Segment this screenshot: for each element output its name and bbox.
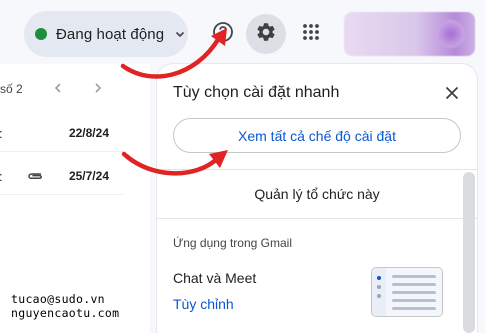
- quick-settings-panel: Tùy chọn cài đặt nhanh Xem tất cả chế độ…: [157, 64, 477, 333]
- section-heading-apps: Ứng dụng trong Gmail: [173, 236, 292, 250]
- mail-row[interactable]: : 22/8/24: [0, 114, 124, 152]
- watermark-line-2: nguyencaotu.com: [11, 306, 120, 320]
- chevron-right-icon[interactable]: [91, 81, 105, 95]
- status-label: Đang hoạt động: [56, 25, 165, 43]
- row-fragment: :: [0, 169, 3, 184]
- apps-grid-icon: [302, 23, 320, 46]
- pager-text: số 2: [0, 82, 23, 96]
- help-icon: [212, 21, 234, 48]
- divider: [157, 218, 477, 219]
- panel-scrollbar[interactable]: [463, 172, 475, 333]
- attachment-icon: [26, 169, 44, 183]
- close-icon[interactable]: [442, 83, 462, 103]
- chat-meet-label: Chat và Meet: [173, 270, 257, 286]
- chat-meet-layout-thumbnail[interactable]: [371, 267, 443, 317]
- see-all-settings-button[interactable]: Xem tất cả chế độ cài đặt: [173, 118, 461, 153]
- apps-button[interactable]: [291, 14, 331, 54]
- divider: [157, 169, 477, 170]
- account-avatar[interactable]: [344, 12, 475, 56]
- manage-organization-link[interactable]: Quản lý tổ chức này: [157, 172, 477, 216]
- chevron-left-icon[interactable]: [51, 81, 65, 95]
- row-date: 25/7/24: [68, 169, 109, 183]
- customize-link[interactable]: Tùy chỉnh: [173, 296, 234, 312]
- row-fragment: :: [0, 126, 3, 141]
- gear-icon: [255, 21, 277, 48]
- status-dot: [35, 28, 47, 40]
- status-dropdown[interactable]: Đang hoạt động: [24, 11, 188, 57]
- chevron-down-icon: [173, 27, 187, 41]
- help-button[interactable]: [203, 14, 243, 54]
- watermark-line-1: tucao@sudo.vn: [11, 292, 105, 306]
- panel-title: Tùy chọn cài đặt nhanh: [173, 84, 340, 101]
- row-date: 22/8/24: [68, 126, 109, 140]
- mail-row[interactable]: : 25/7/24: [0, 157, 124, 195]
- settings-button[interactable]: [246, 14, 286, 54]
- watermark: tucao@sudo.vn nguyencaotu.com: [11, 292, 119, 320]
